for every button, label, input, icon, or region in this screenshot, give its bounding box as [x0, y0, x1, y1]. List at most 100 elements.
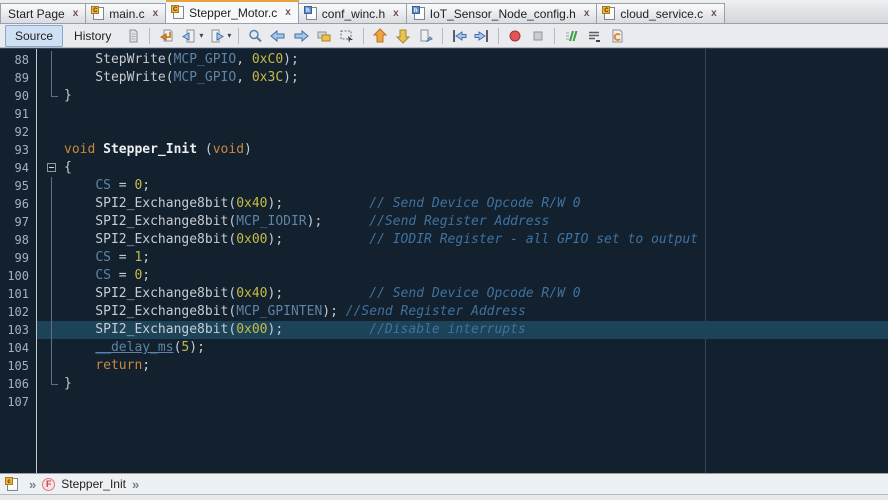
code-line[interactable]: 107: [0, 393, 888, 411]
code-line[interactable]: 104 __delay_ms(5);: [0, 339, 888, 357]
fold-collapse-icon[interactable]: [47, 159, 59, 177]
tab-conf-winc-h[interactable]: hconf_winc.hx: [299, 3, 407, 23]
code-line[interactable]: 95 CS = 0;: [0, 177, 888, 195]
code-line[interactable]: 106}: [0, 375, 888, 393]
code-text[interactable]: {: [36, 159, 888, 177]
code-line[interactable]: 89 StepWrite(MCP_GPIO, 0x3C);: [0, 69, 888, 87]
code-text[interactable]: __delay_ms(5);: [36, 339, 888, 357]
code-text[interactable]: SPI2_Exchange8bit(MCP_GPINTEN); //Send R…: [36, 303, 888, 321]
line-number[interactable]: 102: [0, 303, 36, 321]
code-line[interactable]: 98 SPI2_Exchange8bit(0x00); // IODIR Reg…: [0, 231, 888, 249]
line-number[interactable]: 93: [0, 141, 36, 159]
code-text[interactable]: [36, 105, 888, 123]
code-line[interactable]: 101 SPI2_Exchange8bit(0x40); // Send Dev…: [0, 285, 888, 303]
code-text[interactable]: [36, 123, 888, 141]
line-number[interactable]: 94: [0, 159, 36, 177]
code-text[interactable]: SPI2_Exchange8bit(0x00); // IODIR Regist…: [36, 231, 888, 249]
rectangular-selection-button[interactable]: [336, 25, 358, 47]
line-number[interactable]: 98: [0, 231, 36, 249]
close-icon[interactable]: x: [393, 9, 399, 19]
diff-button[interactable]: [122, 25, 144, 47]
code-line[interactable]: 92: [0, 123, 888, 141]
code-line[interactable]: 90}: [0, 87, 888, 105]
line-number[interactable]: 89: [0, 69, 36, 87]
find-previous-button[interactable]: [267, 25, 289, 47]
toggle-bookmark-button[interactable]: [415, 25, 437, 47]
code-line[interactable]: 94{: [0, 159, 888, 177]
close-icon[interactable]: x: [73, 9, 79, 19]
jump-forward-button[interactable]: [206, 25, 228, 47]
find-selection-button[interactable]: [244, 25, 266, 47]
code-text[interactable]: StepWrite(MCP_GPIO, 0xC0);: [36, 51, 888, 69]
comment-button[interactable]: [560, 25, 582, 47]
shift-line-right-button[interactable]: [471, 25, 493, 47]
code-line[interactable]: 93void Stepper_Init (void): [0, 141, 888, 159]
code-text[interactable]: return;: [36, 357, 888, 375]
close-icon[interactable]: x: [584, 9, 590, 19]
line-number[interactable]: 91: [0, 105, 36, 123]
line-number[interactable]: 96: [0, 195, 36, 213]
close-icon[interactable]: x: [285, 8, 291, 18]
breadcrumb-function-name[interactable]: Stepper_Init: [61, 477, 126, 491]
code-line[interactable]: 102 SPI2_Exchange8bit(MCP_GPINTEN); //Se…: [0, 303, 888, 321]
code-text[interactable]: SPI2_Exchange8bit(0x00); //Disable inter…: [36, 321, 888, 339]
source-view-button[interactable]: Source: [5, 25, 63, 47]
code-editor[interactable]: 88 StepWrite(MCP_GPIO, 0xC0);89 StepWrit…: [0, 48, 888, 473]
chevron-icon[interactable]: »: [29, 477, 36, 492]
code-line[interactable]: 103 SPI2_Exchange8bit(0x00); //Disable i…: [0, 321, 888, 339]
code-line[interactable]: 96 SPI2_Exchange8bit(0x40); // Send Devi…: [0, 195, 888, 213]
find-next-button[interactable]: [290, 25, 312, 47]
code-text[interactable]: SPI2_Exchange8bit(MCP_IODIR); //Send Reg…: [36, 213, 888, 231]
go-to-header-source-button[interactable]: [606, 25, 628, 47]
jump-back-dropdown[interactable]: ▾: [199, 31, 203, 40]
code-text[interactable]: }: [36, 87, 888, 105]
code-line[interactable]: 88 StepWrite(MCP_GPIO, 0xC0);: [0, 51, 888, 69]
code-line[interactable]: 97 SPI2_Exchange8bit(MCP_IODIR); //Send …: [0, 213, 888, 231]
shift-line-left-button[interactable]: [448, 25, 470, 47]
line-number[interactable]: 105: [0, 357, 36, 375]
close-icon[interactable]: x: [153, 9, 159, 19]
line-number[interactable]: 101: [0, 285, 36, 303]
code-text[interactable]: SPI2_Exchange8bit(0x40); // Send Device …: [36, 285, 888, 303]
tab-start-page[interactable]: Start Pagex: [0, 3, 86, 23]
code-text[interactable]: [36, 393, 888, 411]
line-number[interactable]: 92: [0, 123, 36, 141]
code-text[interactable]: CS = 1;: [36, 249, 888, 267]
start-macro-recording-button[interactable]: [504, 25, 526, 47]
previous-bookmark-button[interactable]: [369, 25, 391, 47]
line-number[interactable]: 88: [0, 51, 36, 69]
code-line[interactable]: 99 CS = 1;: [0, 249, 888, 267]
code-text[interactable]: void Stepper_Init (void): [36, 141, 888, 159]
code-line[interactable]: 100 CS = 0;: [0, 267, 888, 285]
jump-forward-dropdown[interactable]: ▾: [227, 31, 231, 40]
line-number[interactable]: 103: [0, 321, 36, 339]
code-text[interactable]: }: [36, 375, 888, 393]
jump-back-button[interactable]: [178, 25, 200, 47]
last-edit-position-button[interactable]: [155, 25, 177, 47]
chevron-icon[interactable]: »: [132, 477, 139, 492]
uncomment-button[interactable]: [583, 25, 605, 47]
stop-macro-recording-button[interactable]: [527, 25, 549, 47]
code-line[interactable]: 91: [0, 105, 888, 123]
code-text[interactable]: CS = 0;: [36, 267, 888, 285]
line-number[interactable]: 100: [0, 267, 36, 285]
line-number[interactable]: 106: [0, 375, 36, 393]
line-number[interactable]: 90: [0, 87, 36, 105]
toggle-highlight-button[interactable]: [313, 25, 335, 47]
tab-cloud-service-c[interactable]: Ccloud_service.cx: [597, 3, 724, 23]
code-text[interactable]: SPI2_Exchange8bit(0x40); // Send Device …: [36, 195, 888, 213]
line-number[interactable]: 95: [0, 177, 36, 195]
line-number[interactable]: 97: [0, 213, 36, 231]
tab-iot-sensor-node-config-h[interactable]: hIoT_Sensor_Node_config.hx: [407, 3, 598, 23]
code-line[interactable]: 105 return;: [0, 357, 888, 375]
close-icon[interactable]: x: [711, 9, 717, 19]
history-view-button[interactable]: History: [64, 25, 121, 47]
tab-main-c[interactable]: Cmain.cx: [86, 3, 166, 23]
code-text[interactable]: CS = 0;: [36, 177, 888, 195]
tab-stepper-motor-c[interactable]: CStepper_Motor.cx: [166, 0, 299, 23]
next-bookmark-button[interactable]: [392, 25, 414, 47]
line-number[interactable]: 104: [0, 339, 36, 357]
line-number[interactable]: 99: [0, 249, 36, 267]
code-text[interactable]: StepWrite(MCP_GPIO, 0x3C);: [36, 69, 888, 87]
line-number[interactable]: 107: [0, 393, 36, 411]
